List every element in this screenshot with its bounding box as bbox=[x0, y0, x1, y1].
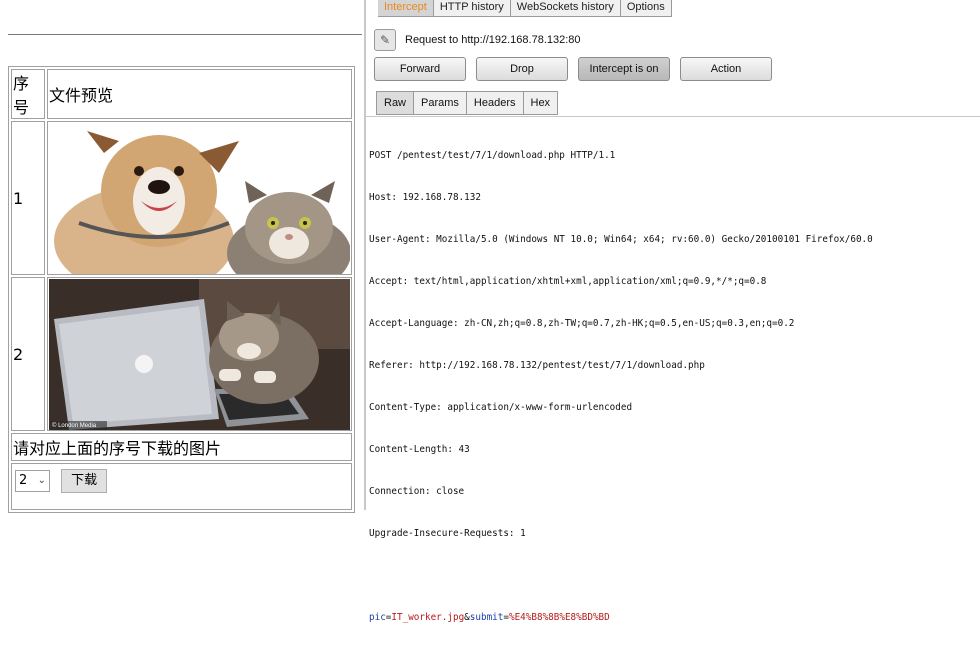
intercept-buttons: Forward Drop Intercept is on Action bbox=[374, 57, 782, 81]
row-num: 1 bbox=[11, 121, 45, 275]
header-line: User-Agent: Mozilla/5.0 (Windows NT 10.0… bbox=[369, 234, 873, 245]
dog-cat-image bbox=[49, 122, 350, 274]
header-line: Connection: close bbox=[369, 486, 465, 497]
tab-websockets-history[interactable]: WebSockets history bbox=[510, 0, 621, 17]
tab-params[interactable]: Params bbox=[413, 91, 466, 115]
tab-headers[interactable]: Headers bbox=[465, 91, 523, 115]
tab-http-history[interactable]: HTTP history bbox=[433, 0, 511, 17]
burp-top-tabs: Intercept HTTP history WebSockets histor… bbox=[378, 0, 672, 17]
burp-intercept-panel: Intercept HTTP history WebSockets histor… bbox=[364, 0, 980, 623]
intercept-toggle-button[interactable]: Intercept is on bbox=[578, 57, 670, 81]
tab-options[interactable]: Options bbox=[620, 0, 672, 17]
message-subtabs: Raw Params Headers Hex bbox=[376, 91, 559, 115]
control-row: 2 ⌄ 下载 bbox=[11, 463, 352, 510]
header-preview: 文件预览 bbox=[47, 69, 352, 119]
action-button[interactable]: Action bbox=[680, 57, 772, 81]
header-line: Accept: text/html,application/xhtml+xml,… bbox=[369, 276, 767, 287]
file-table: 序号 文件预览 1 2 © London Media 请对应上面的序号下载的图片… bbox=[8, 66, 355, 513]
request-line: POST /pentest/test/7/1/download.php HTTP… bbox=[369, 150, 616, 161]
image-cell bbox=[47, 121, 352, 275]
param-name: pic bbox=[369, 612, 386, 623]
table-header-row: 序号 文件预览 bbox=[11, 69, 352, 119]
horizontal-rule bbox=[8, 34, 362, 35]
request-target: Request to http://192.168.78.132:80 bbox=[405, 34, 581, 46]
tab-raw[interactable]: Raw bbox=[376, 91, 414, 115]
image-caption: © London Media bbox=[52, 422, 97, 429]
header-line: Content-Type: application/x-www-form-url… bbox=[369, 402, 633, 413]
number-select[interactable]: 2 ⌄ bbox=[15, 470, 50, 492]
body-line: pic=IT_worker.jpg&submit=%E4%B8%8B%E8%BD… bbox=[369, 612, 610, 623]
param-value: IT_worker.jpg bbox=[391, 612, 465, 623]
chevron-down-icon: ⌄ bbox=[37, 475, 46, 486]
instruction-row: 请对应上面的序号下载的图片 bbox=[11, 433, 352, 461]
row-num: 2 bbox=[11, 277, 45, 431]
tab-hex[interactable]: Hex bbox=[522, 91, 559, 115]
param-name: submit bbox=[469, 612, 504, 623]
raw-request-text: POST /pentest/test/7/1/download.php HTTP… bbox=[369, 121, 873, 653]
header-line: Host: 192.168.78.132 bbox=[369, 192, 481, 203]
raw-request-editor[interactable]: POST /pentest/test/7/1/download.php HTTP… bbox=[366, 116, 980, 623]
instruction-text: 请对应上面的序号下载的图片 bbox=[11, 433, 352, 461]
forward-button[interactable]: Forward bbox=[374, 57, 466, 81]
select-value: 2 bbox=[19, 473, 28, 488]
download-button[interactable]: 下载 bbox=[61, 469, 108, 493]
tab-intercept[interactable]: Intercept bbox=[378, 0, 434, 17]
request-info: ✎ Request to http://192.168.78.132:80 bbox=[374, 29, 581, 51]
table-row: 1 bbox=[11, 121, 352, 275]
drop-button[interactable]: Drop bbox=[476, 57, 568, 81]
header-num: 序号 bbox=[11, 69, 45, 119]
header-line: Referer: http://192.168.78.132/pentest/t… bbox=[369, 360, 705, 371]
image-cell: © London Media bbox=[47, 277, 352, 431]
param-value: %E4%B8%8B%E8%BD%BD bbox=[508, 612, 610, 623]
header-line: Content-Length: 43 bbox=[369, 444, 470, 455]
header-line: Upgrade-Insecure-Requests: 1 bbox=[369, 528, 526, 539]
header-line: Accept-Language: zh-CN,zh;q=0.8,zh-TW;q=… bbox=[369, 318, 795, 329]
browser-page: 序号 文件预览 1 2 © London Media 请对应上面的序号下载的图片… bbox=[0, 0, 362, 513]
cat-laptop-image: © London Media bbox=[49, 278, 350, 430]
control-cell: 2 ⌄ 下载 bbox=[11, 463, 352, 510]
table-row: 2 © London Media bbox=[11, 277, 352, 431]
pencil-icon[interactable]: ✎ bbox=[374, 29, 396, 51]
